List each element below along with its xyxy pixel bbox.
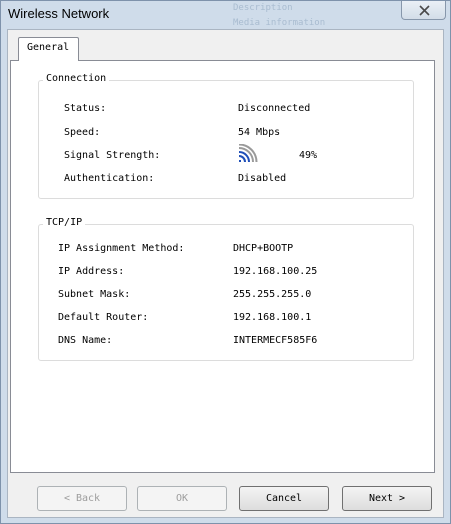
dns-name-value: INTERMECF585F6 xyxy=(233,335,318,346)
wireless-network-dialog: Description Media information Wireless N… xyxy=(0,0,451,524)
ip-address-value: 192.168.100.25 xyxy=(233,266,318,277)
dialog-client-area: General Connection Status: Disconnected … xyxy=(7,29,444,518)
back-button[interactable]: < Back xyxy=(37,486,127,511)
signal-strength-label: Signal Strength: xyxy=(64,150,161,161)
ip-assignment-value: DHCP+BOOTP xyxy=(233,243,294,254)
speed-value: 54 Mbps xyxy=(238,127,281,138)
signal-strength-value: 49% xyxy=(299,150,318,161)
tab-general[interactable]: General xyxy=(18,37,79,61)
general-tab-panel: Connection Status: Disconnected Speed: 5… xyxy=(10,60,435,473)
connection-group: Connection Status: Disconnected Speed: 5… xyxy=(38,73,414,199)
authentication-value: Disabled xyxy=(238,173,287,184)
tab-general-label: General xyxy=(27,42,70,53)
speed-label: Speed: xyxy=(64,127,101,138)
ok-button[interactable]: OK xyxy=(137,486,227,511)
window-title: Wireless Network xyxy=(8,6,110,21)
default-router-label: Default Router: xyxy=(58,312,149,323)
tcpip-heading: TCP/IP xyxy=(43,217,86,228)
connection-heading: Connection xyxy=(43,73,110,84)
dns-name-label: DNS Name: xyxy=(58,335,113,346)
wifi-signal-icon xyxy=(238,144,258,163)
title-bar[interactable]: Wireless Network xyxy=(1,1,450,27)
authentication-label: Authentication: xyxy=(64,173,155,184)
status-label: Status: xyxy=(64,103,107,114)
close-icon xyxy=(419,5,430,16)
subnet-mask-label: Subnet Mask: xyxy=(58,289,131,300)
default-router-value: 192.168.100.1 xyxy=(233,312,312,323)
subnet-mask-value: 255.255.255.0 xyxy=(233,289,312,300)
ip-assignment-label: IP Assignment Method: xyxy=(58,243,185,254)
close-button[interactable] xyxy=(401,1,446,20)
cancel-button[interactable]: Cancel xyxy=(239,486,329,511)
tcpip-group: TCP/IP IP Assignment Method: DHCP+BOOTP … xyxy=(38,217,414,361)
next-button[interactable]: Next > xyxy=(342,486,432,511)
status-value: Disconnected xyxy=(238,103,311,114)
ip-address-label: IP Address: xyxy=(58,266,125,277)
